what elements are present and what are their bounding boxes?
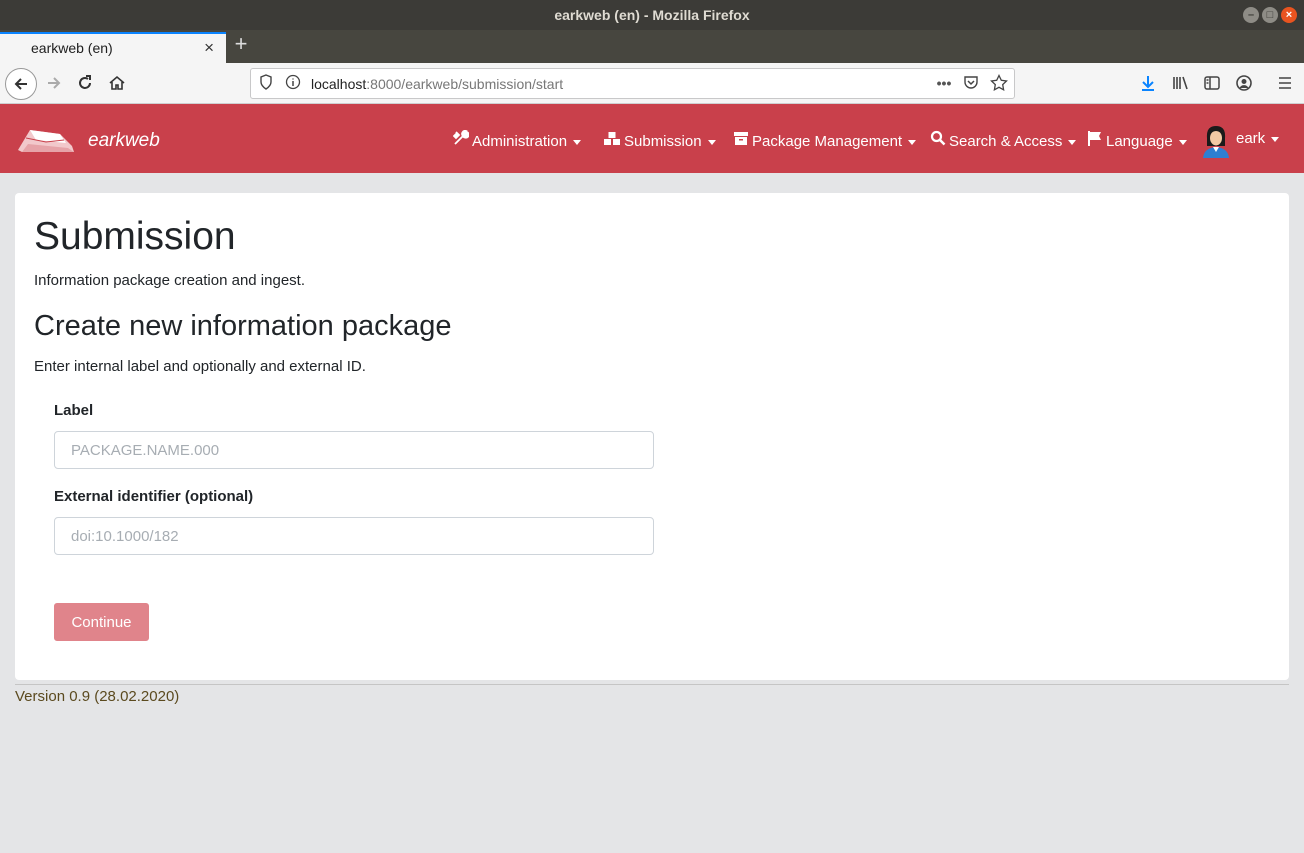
sidebar-icon: [1204, 76, 1220, 90]
search-icon: [930, 130, 946, 150]
tab-earkweb[interactable]: earkweb (en) ×: [0, 32, 226, 63]
tools-icon: [452, 129, 470, 150]
window-titlebar: earkweb (en) - Mozilla Firefox – □ ×: [0, 0, 1304, 30]
chevron-down-icon: [707, 139, 716, 145]
library-button[interactable]: [1166, 69, 1194, 97]
forward-button[interactable]: [40, 69, 68, 97]
earkweb-logo[interactable]: [16, 124, 76, 159]
menu-user[interactable]: eark: [1236, 130, 1280, 147]
menu-package-management[interactable]: Package Management: [733, 130, 917, 150]
shield-icon[interactable]: [257, 74, 275, 92]
reload-button[interactable]: [71, 69, 99, 97]
maximize-button[interactable]: □: [1262, 7, 1278, 23]
tab-strip: earkweb (en) ×: [0, 30, 1304, 63]
chevron-down-icon: [1271, 136, 1280, 142]
chevron-down-icon: [1178, 139, 1187, 145]
boxes-icon: [603, 130, 621, 150]
menu-search-access[interactable]: Search & Access: [930, 130, 1077, 150]
window-title: earkweb (en) - Mozilla Firefox: [554, 7, 750, 23]
url-host: localhost: [311, 76, 367, 92]
new-tab-button[interactable]: +: [230, 33, 252, 55]
menu-administration-label: Administration: [472, 133, 568, 150]
arrow-right-icon: [48, 77, 61, 89]
page-subtitle: Information package creation and ingest.: [34, 272, 306, 289]
url-bar[interactable]: localhost:8000/earkweb/submission/start …: [250, 68, 1015, 99]
menu-language[interactable]: Language: [1087, 130, 1187, 150]
external-id-input[interactable]: [54, 517, 654, 555]
chevron-down-icon: [573, 139, 582, 145]
label-input[interactable]: [54, 431, 654, 469]
account-icon: [1236, 75, 1252, 91]
sidebar-button[interactable]: [1198, 69, 1226, 97]
menu-submission-label: Submission: [624, 133, 702, 150]
earkweb-logo-icon: [18, 130, 74, 152]
archive-icon: [733, 130, 749, 150]
brand-name[interactable]: earkweb: [88, 130, 160, 152]
user-name: eark: [1236, 130, 1266, 147]
url-text[interactable]: localhost:8000/earkweb/submission/start: [311, 76, 563, 92]
menu-submission[interactable]: Submission: [603, 130, 716, 150]
menu-language-label: Language: [1106, 133, 1173, 150]
external-id-field-label: External identifier (optional): [54, 488, 254, 505]
url-path: :8000/earkweb/submission/start: [366, 76, 564, 92]
menu-administration[interactable]: Administration: [452, 129, 582, 150]
page-title: Submission: [34, 215, 236, 258]
download-icon: [1142, 76, 1154, 91]
menu-package-management-label: Package Management: [752, 133, 903, 150]
close-window-button[interactable]: ×: [1281, 7, 1297, 23]
pocket-icon[interactable]: [962, 74, 980, 92]
info-icon[interactable]: [284, 74, 302, 92]
main-card: Submission Information package creation …: [15, 193, 1289, 680]
menu-search-access-label: Search & Access: [949, 133, 1063, 150]
footer-divider: [15, 684, 1289, 685]
open-menu-button[interactable]: [1271, 69, 1299, 97]
reload-icon: [79, 75, 91, 89]
home-icon: [109, 75, 125, 90]
bookmark-star-icon[interactable]: [990, 73, 1008, 92]
section-description: Enter internal label and optionally and …: [34, 358, 366, 375]
download-button[interactable]: [1134, 69, 1162, 97]
app-navbar: earkweb Administration Submission Packag…: [0, 104, 1304, 173]
hamburger-menu-icon: [1279, 77, 1291, 89]
more-icon[interactable]: •••: [935, 74, 953, 92]
label-field-label: Label: [54, 402, 94, 419]
user-avatar-icon[interactable]: [1201, 124, 1231, 158]
minimize-button[interactable]: –: [1243, 7, 1259, 23]
navigation-toolbar: localhost:8000/earkweb/submission/start …: [0, 63, 1304, 104]
tab-label: earkweb (en): [31, 40, 113, 56]
section-title: Create new information package: [34, 310, 452, 342]
chevron-down-icon: [1068, 139, 1077, 145]
chevron-down-icon: [908, 139, 917, 145]
tab-close-icon[interactable]: ×: [204, 38, 214, 58]
continue-button[interactable]: Continue: [54, 603, 149, 641]
library-icon: [1173, 76, 1188, 90]
account-button[interactable]: [1230, 69, 1258, 97]
home-button[interactable]: [103, 69, 131, 97]
version-text: Version 0.9 (28.02.2020): [15, 688, 180, 705]
flag-icon: [1087, 130, 1103, 150]
arrow-left-icon: [14, 78, 27, 90]
back-button[interactable]: [5, 68, 37, 100]
